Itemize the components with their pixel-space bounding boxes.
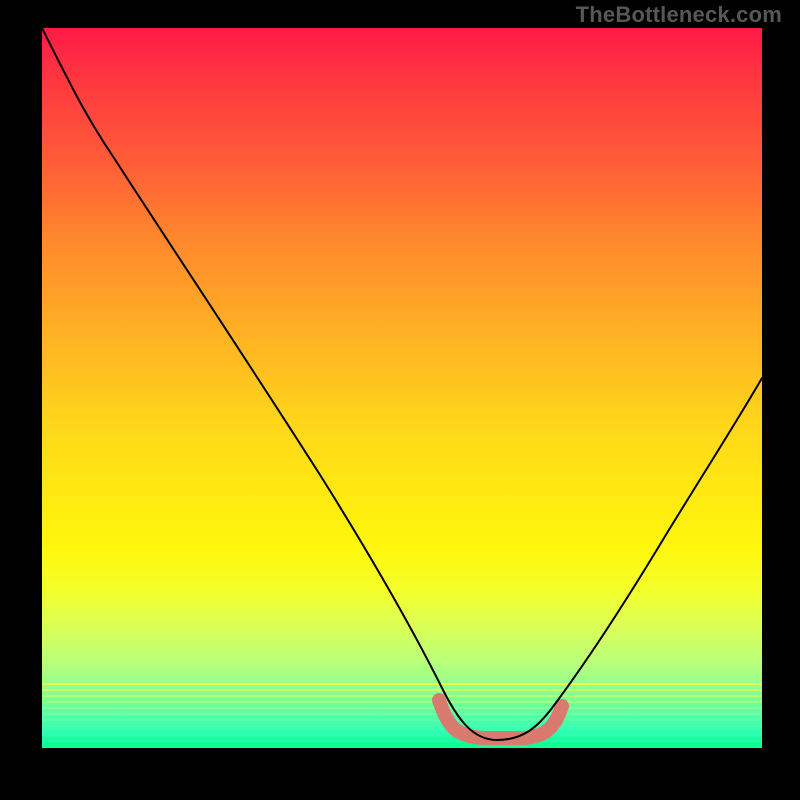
chart-overlay — [42, 28, 762, 748]
bottleneck-chart — [42, 28, 762, 748]
bottleneck-curve — [42, 28, 762, 740]
watermark-text: TheBottleneck.com — [576, 2, 782, 28]
